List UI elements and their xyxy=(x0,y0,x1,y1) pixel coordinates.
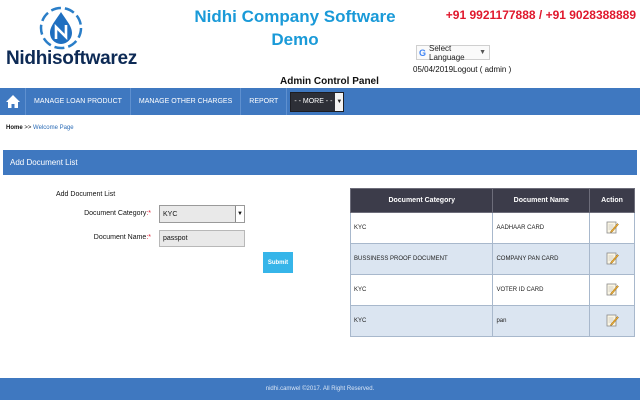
cell-document-name: pan xyxy=(492,305,591,337)
page: Nidhisoftwarez Nidhi Company Software De… xyxy=(0,0,640,400)
app-title: Nidhi Company Software Demo xyxy=(180,5,410,51)
document-name-label: Document Name:* xyxy=(71,234,151,241)
nav-item-manage-other-charges[interactable]: MANAGE OTHER CHARGES xyxy=(131,88,242,115)
breadcrumb-home[interactable]: Home xyxy=(6,125,23,131)
breadcrumb-current[interactable]: Welcome Page xyxy=(33,125,74,131)
brand-name: Nidhisoftwarez xyxy=(6,48,137,69)
form-title: Add Document List xyxy=(56,191,116,198)
required-mark: :* xyxy=(146,234,151,241)
logout-link[interactable]: Logout ( admin ) xyxy=(453,65,511,74)
document-table: Document Category Document Name Action K… xyxy=(349,188,635,337)
home-icon xyxy=(5,95,20,108)
cell-document-category: KYC xyxy=(349,212,494,244)
app-title-line1: Nidhi Company Software xyxy=(194,7,396,26)
cell-document-name: AADHAAR CARD xyxy=(492,212,591,244)
breadcrumb-separator: >> xyxy=(24,125,32,131)
submit-button[interactable]: Submit xyxy=(263,252,293,273)
document-name-input[interactable]: passpot xyxy=(159,230,245,247)
column-header-category: Document Category xyxy=(349,188,494,213)
table-header-row: Document Category Document Name Action xyxy=(349,188,635,213)
app-title-line2: Demo xyxy=(271,30,319,49)
panel-title: Admin Control Panel xyxy=(280,76,379,87)
cell-action xyxy=(589,212,635,244)
footer: nidhi.camwel ©2017. All Right Reserved. xyxy=(0,378,640,400)
cell-action xyxy=(589,243,635,275)
water-drop-logo-icon xyxy=(39,6,83,50)
chevron-down-icon: ▼ xyxy=(479,49,486,56)
cell-document-category: KYC xyxy=(349,305,494,337)
brand-logo[interactable]: Nidhisoftwarez xyxy=(6,4,137,72)
table-row: KYC VOTER ID CARD xyxy=(349,274,635,306)
cell-document-name: VOTER ID CARD xyxy=(492,274,591,306)
edit-icon[interactable] xyxy=(606,252,619,267)
column-header-name: Document Name xyxy=(492,188,591,213)
document-category-label: Document Category:* xyxy=(71,210,151,217)
language-select-label: Select Language xyxy=(429,43,465,62)
document-category-select[interactable]: KYC ▼ xyxy=(159,205,245,223)
breadcrumb: Home >> Welcome Page xyxy=(6,125,74,131)
document-name-label-text: Document Name xyxy=(93,234,147,241)
nav-item-manage-loan-product[interactable]: MANAGE LOAN PRODUCT xyxy=(26,88,131,115)
edit-icon[interactable] xyxy=(606,221,619,236)
cell-action xyxy=(589,274,635,306)
table-row: BUSSINESS PROOF DOCUMENT COMPANY PAN CARD xyxy=(349,243,635,275)
nav-more-label: - - MORE - - xyxy=(294,98,333,105)
cell-document-name: COMPANY PAN CARD xyxy=(492,243,591,275)
google-icon: G xyxy=(419,47,427,58)
edit-icon[interactable] xyxy=(606,314,619,329)
home-button[interactable] xyxy=(0,88,26,115)
required-mark: :* xyxy=(146,210,151,217)
contact-phones: +91 9921177888 / +91 9028388889 xyxy=(445,8,636,22)
document-category-label-text: Document Category xyxy=(84,210,147,217)
cell-document-category: BUSSINESS PROOF DOCUMENT xyxy=(349,243,494,275)
panel-header: Add Document List xyxy=(3,150,637,175)
document-category-value: KYC xyxy=(163,210,178,218)
edit-icon[interactable] xyxy=(606,283,619,298)
language-select[interactable]: G Select Language ▼ xyxy=(416,43,490,62)
nav-item-report[interactable]: REPORT xyxy=(241,88,288,115)
main-nav: MANAGE LOAN PRODUCT MANAGE OTHER CHARGES… xyxy=(0,88,640,115)
cell-document-category: KYC xyxy=(349,274,494,306)
column-header-action: Action xyxy=(589,188,635,213)
document-name-value: passpot xyxy=(163,235,188,242)
nav-more-select[interactable]: - - MORE - - ▼ xyxy=(290,91,345,112)
chevron-down-icon: ▼ xyxy=(335,92,344,111)
table-row: KYC AADHAAR CARD xyxy=(349,212,635,244)
cell-action xyxy=(589,305,635,337)
table-row: KYC pan xyxy=(349,305,635,337)
current-date: 05/04/2019 xyxy=(413,65,454,74)
chevron-down-icon: ▼ xyxy=(235,206,244,222)
